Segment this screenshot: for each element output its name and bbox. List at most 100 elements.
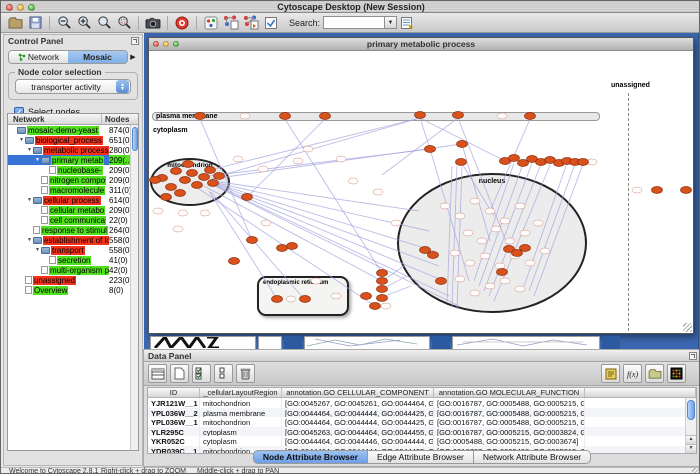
network-node[interactable] [428, 252, 439, 259]
network-node[interactable] [242, 194, 253, 201]
network-node-small[interactable] [455, 213, 465, 219]
network-node-small[interactable] [515, 286, 525, 292]
zoom-fit-button[interactable] [114, 14, 134, 32]
network-node[interactable] [272, 296, 283, 303]
network-node-small[interactable] [233, 156, 243, 162]
tab-network[interactable]: Network [9, 51, 68, 63]
open-session-button[interactable] [5, 14, 25, 32]
network-node-small[interactable] [465, 260, 475, 266]
column-header[interactable]: annotation.GO CELLULAR_COMPONENT [282, 388, 434, 397]
table-row[interactable]: YKR052Ccytoplasm[GO:0044464, GO:0044446,… [148, 436, 696, 446]
tab-mosaic[interactable]: Mosaic [68, 51, 127, 63]
expand-arrow-icon[interactable]: ▼ [34, 247, 41, 253]
help-button[interactable] [172, 14, 192, 32]
tree-row[interactable]: ▼establishment of lo558(0) [8, 235, 138, 245]
network-node-small[interactable] [463, 230, 473, 236]
network-node-small[interactable] [200, 210, 210, 216]
network-node[interactable] [175, 190, 186, 197]
table-cell[interactable]: mitochondrion [200, 417, 282, 427]
tree-row[interactable]: nucleobase-209(0) [8, 165, 138, 175]
network-node[interactable] [187, 170, 198, 177]
network-node[interactable] [525, 113, 536, 120]
tree-row[interactable]: cell communica22(0) [8, 215, 138, 225]
table-cell[interactable]: [GO:0016787, GO:0005488, GO:0005215, G..… [434, 408, 585, 418]
table-row[interactable]: YJR121W__1mitochondrion[GO:0045267, GO:0… [148, 398, 696, 408]
network-node[interactable] [457, 141, 468, 148]
network-node[interactable] [192, 182, 203, 189]
delete-attribute-button[interactable] [236, 364, 255, 383]
column-header[interactable]: ID [148, 388, 200, 397]
tree-row[interactable]: cellular metabo209(0) [8, 205, 138, 215]
network-node[interactable] [277, 245, 288, 252]
network-node-small[interactable] [515, 203, 525, 209]
table-cell[interactable]: [GO:0016787, GO:0005488, GO:0005215, G..… [434, 398, 585, 408]
network-node-small[interactable] [455, 276, 465, 282]
network-node[interactable] [377, 295, 388, 302]
tree-scrollbar[interactable] [130, 125, 138, 450]
network-node-small[interactable] [373, 189, 383, 195]
expand-arrow-icon[interactable]: ▼ [34, 157, 41, 163]
network-node-small[interactable] [450, 250, 460, 256]
expand-arrow-icon[interactable]: ▼ [26, 147, 33, 153]
network-window-resize-grip[interactable] [683, 323, 692, 332]
network-node-small[interactable] [477, 238, 487, 244]
network-node-small[interactable] [500, 278, 510, 284]
table-cell[interactable]: cytoplasm [200, 427, 282, 437]
table-cell[interactable]: cytoplasm [200, 436, 282, 446]
window-resize-grip[interactable] [692, 468, 700, 474]
network-node[interactable] [377, 270, 388, 277]
network-window-titlebar[interactable]: primary metabolic process [149, 38, 693, 51]
select-attributes-button[interactable] [192, 364, 211, 383]
tree-row[interactable]: multi-organism pro42(0) [8, 265, 138, 275]
snapshot-button[interactable] [143, 14, 163, 32]
network-node[interactable] [287, 243, 298, 250]
table-cell[interactable]: [GO:0045263, GO:0044464, GO:0044455, G..… [282, 427, 434, 437]
network-node[interactable] [361, 293, 372, 300]
table-row[interactable]: YPL036W__2plasma membrane[GO:0044464, GO… [148, 408, 696, 418]
tree-col-network[interactable]: Network [8, 114, 102, 124]
network-node-small[interactable] [173, 226, 183, 232]
network-node-small[interactable] [336, 156, 346, 162]
tree-row[interactable]: secretion41(0) [8, 255, 138, 265]
vizmapper-button[interactable] [201, 14, 221, 32]
network-node-small[interactable] [293, 158, 303, 164]
network-node[interactable] [453, 112, 464, 119]
network-node-small[interactable] [381, 303, 391, 309]
network-node[interactable] [652, 187, 663, 194]
network-node[interactable] [520, 245, 531, 252]
network-node[interactable] [280, 113, 291, 120]
network-node-small[interactable] [470, 198, 480, 204]
heatmap-button[interactable] [667, 364, 686, 383]
float-data-panel-icon[interactable] [689, 352, 697, 360]
network-node-small[interactable] [485, 283, 495, 289]
formula-builder-button[interactable]: f(x) [623, 364, 642, 383]
node-color-dropdown[interactable]: transporter activity ▲▼ [15, 79, 131, 94]
tree-row[interactable]: ▼cellular process614(0) [8, 195, 138, 205]
network-node-small[interactable] [540, 248, 550, 254]
tree-row[interactable]: ▼transport558(0) [8, 245, 138, 255]
import-network-button[interactable] [241, 14, 261, 32]
network-node[interactable] [497, 269, 508, 276]
save-session-button[interactable] [25, 14, 45, 32]
network-node[interactable] [150, 177, 161, 184]
import-attributes-button[interactable] [645, 364, 664, 383]
float-panel-icon[interactable] [131, 37, 139, 45]
network-canvas[interactable]: plasma membrane cytoplasm mitochondrion … [149, 51, 693, 333]
network-node[interactable] [180, 177, 191, 184]
tree-row[interactable]: ▼metabolic process280(0) [8, 145, 138, 155]
expand-arrow-icon[interactable]: ▼ [26, 237, 33, 243]
network-node-small[interactable] [533, 220, 543, 226]
tree-row[interactable]: mosaic-demo-yeast874(0) [8, 125, 138, 135]
tree-row[interactable]: ▼primary metab209(... [8, 155, 138, 165]
table-cell[interactable]: [GO:0016787, GO:0005215, GO:0003824, G..… [434, 427, 585, 437]
table-scrollbar[interactable]: ▲ ▼ [685, 398, 696, 453]
show-table-button[interactable] [148, 364, 167, 383]
tab-overflow-arrow[interactable]: ▶ [128, 53, 138, 61]
search-dropdown-arrow[interactable]: ▼ [385, 16, 397, 29]
network-node[interactable] [183, 161, 194, 168]
network-node[interactable] [199, 174, 210, 181]
network-node-small[interactable] [153, 208, 163, 214]
network-node-small[interactable] [632, 187, 642, 193]
network-node[interactable] [456, 159, 467, 166]
network-node-small[interactable] [470, 290, 480, 296]
